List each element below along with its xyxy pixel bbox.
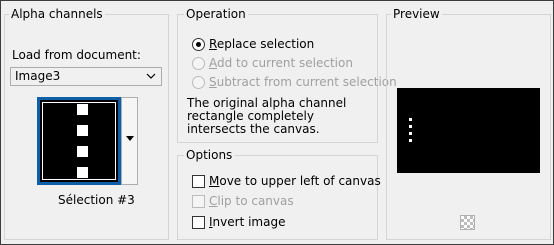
move-to-upper-left-mnemonic: M bbox=[209, 174, 220, 188]
load-selection-dialog: Alpha channels Load from document: Image… bbox=[0, 0, 554, 245]
clip-to-canvas-text: lip to canvas bbox=[217, 194, 294, 208]
move-to-upper-left-checkbox[interactable] bbox=[192, 175, 205, 188]
load-from-document-label: Load from document: bbox=[12, 48, 141, 62]
clip-to-canvas-label: Clip to canvas bbox=[209, 194, 294, 209]
add-to-selection-mnemonic: A bbox=[209, 56, 217, 70]
preview-image bbox=[397, 88, 540, 173]
document-select[interactable]: Image3 bbox=[10, 67, 162, 86]
invert-image-checkbox[interactable] bbox=[192, 216, 205, 229]
replace-selection-label[interactable]: Replace selection bbox=[209, 37, 314, 52]
replace-selection-mnemonic: R bbox=[209, 37, 217, 51]
thumbnail-square bbox=[77, 167, 88, 178]
replace-selection-text: eplace selection bbox=[216, 37, 315, 51]
move-to-upper-left-label[interactable]: Move to upper left of canvas bbox=[209, 174, 381, 189]
chevron-down-icon bbox=[146, 73, 156, 79]
thumbnail-square bbox=[77, 104, 88, 115]
thumbnail-image bbox=[42, 102, 116, 180]
add-to-selection-radio bbox=[192, 57, 205, 70]
preview-dot bbox=[409, 118, 412, 121]
radio-selected-dot bbox=[196, 42, 201, 47]
selection-name-label: Sélection #3 bbox=[58, 193, 135, 207]
options-title: Options bbox=[184, 148, 235, 162]
invert-image-label[interactable]: Invert image bbox=[209, 215, 285, 230]
preview-dot bbox=[409, 132, 412, 135]
operation-title: Operation bbox=[184, 7, 248, 21]
preview-dot bbox=[409, 125, 412, 128]
subtract-from-selection-radio bbox=[192, 76, 205, 89]
add-to-selection-text: dd to current selection bbox=[217, 56, 353, 70]
move-to-upper-left-text: ove to upper left of canvas bbox=[219, 174, 381, 188]
selection-thumbnail[interactable] bbox=[37, 97, 121, 185]
thumbnail-square bbox=[77, 125, 88, 136]
preview-title: Preview bbox=[391, 7, 442, 21]
checkerboard-icon[interactable] bbox=[460, 215, 475, 230]
subtract-from-selection-text: ubtract from current selection bbox=[216, 75, 397, 89]
caret-down-icon bbox=[126, 136, 134, 141]
operation-description: The original alpha channel rectangle com… bbox=[187, 96, 347, 136]
alpha-channels-title: Alpha channels bbox=[9, 7, 105, 21]
clip-to-canvas-checkbox bbox=[192, 195, 205, 208]
subtract-from-selection-mnemonic: S bbox=[209, 75, 217, 89]
thumbnail-dropdown-button[interactable] bbox=[121, 97, 138, 185]
document-select-value: Image3 bbox=[15, 69, 61, 83]
thumbnail-square bbox=[77, 146, 88, 157]
add-to-selection-label: Add to current selection bbox=[209, 56, 353, 71]
preview-dot bbox=[409, 139, 412, 142]
invert-image-text: nvert image bbox=[212, 215, 286, 229]
subtract-from-selection-label: Subtract from current selection bbox=[209, 75, 397, 90]
replace-selection-radio[interactable] bbox=[192, 38, 205, 51]
